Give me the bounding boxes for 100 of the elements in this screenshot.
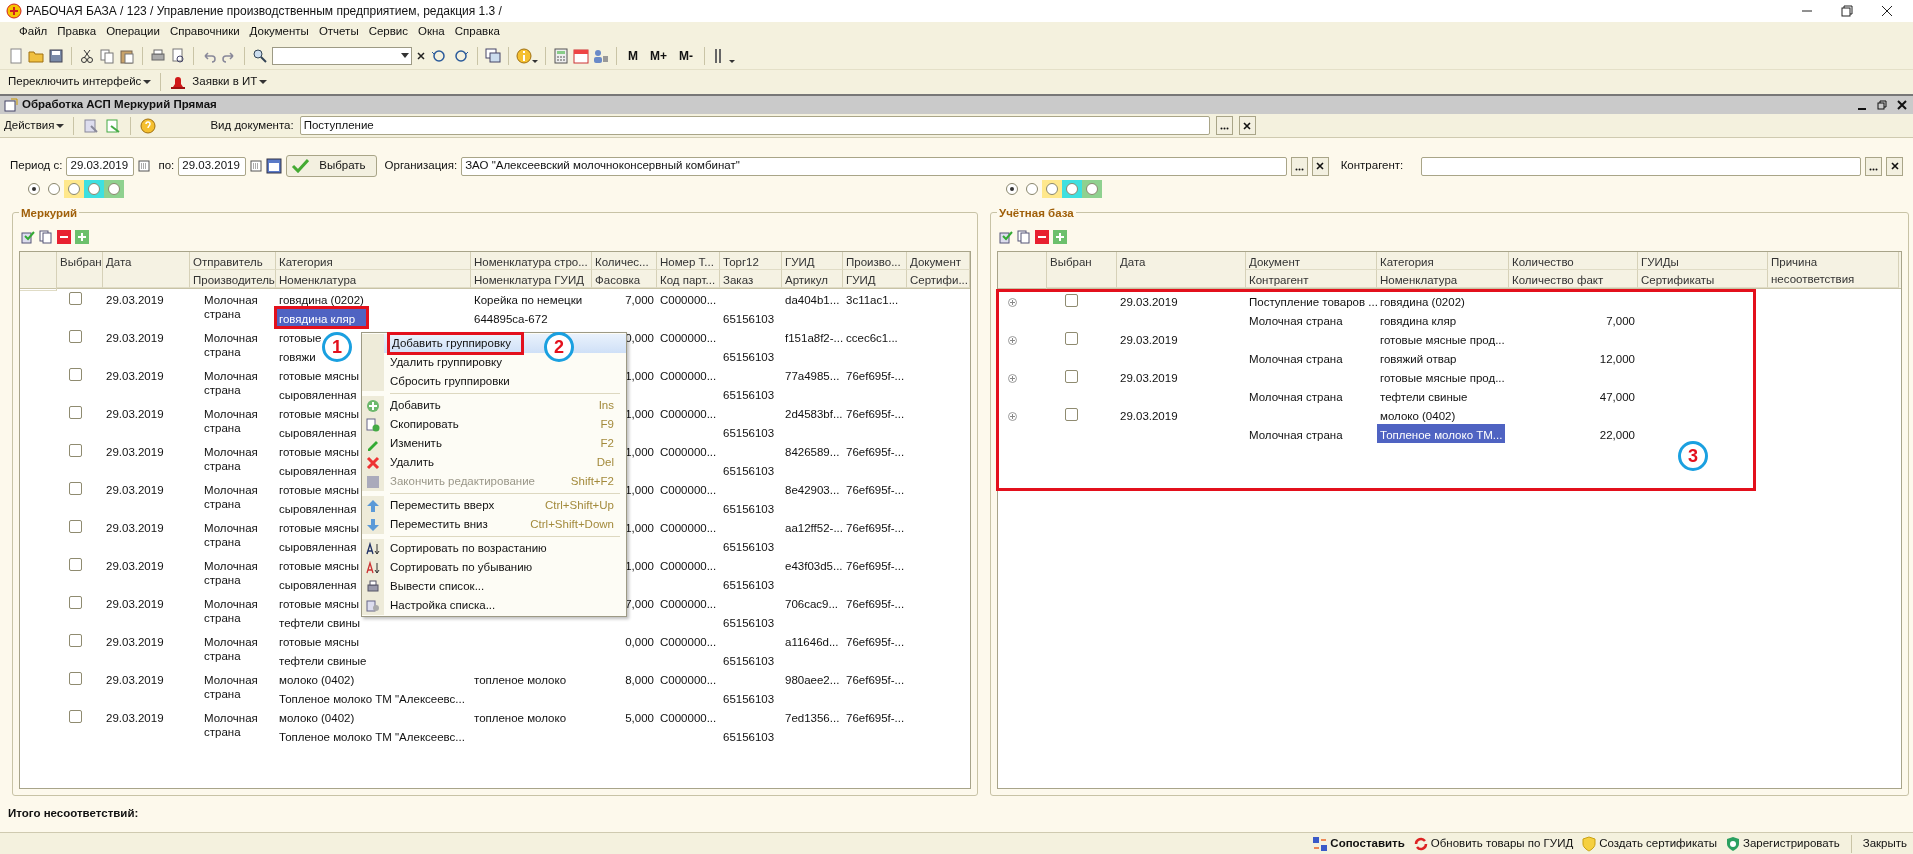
checkbox[interactable] [69, 634, 82, 647]
calculator-icon[interactable] [553, 47, 569, 64]
select-button[interactable] [1215, 116, 1233, 135]
table-cell[interactable]: сыровяленная [276, 498, 360, 517]
menu-item[interactable]: Операции [101, 23, 165, 41]
tools-icon[interactable] [712, 47, 736, 64]
checkbox[interactable] [69, 292, 82, 305]
checkbox[interactable] [1065, 370, 1078, 383]
menu-item[interactable]: Сортировать по возрастанию [362, 539, 626, 558]
checkbox[interactable] [69, 596, 82, 609]
compare-button[interactable]: Сопоставить [1312, 834, 1405, 853]
add-icon[interactable] [1053, 230, 1067, 244]
paste-icon[interactable] [119, 47, 135, 64]
clear-button[interactable] [1238, 116, 1256, 135]
menu-item[interactable]: Добавить Ins [362, 396, 626, 415]
load-icon[interactable] [83, 117, 100, 134]
menu-item[interactable]: Скопировать F9 [362, 415, 626, 434]
find-next-icon[interactable] [430, 47, 448, 64]
select-period-button[interactable]: Выбрать [286, 155, 377, 177]
menu-item[interactable]: Документы [244, 23, 314, 41]
filter-option[interactable] [104, 180, 124, 198]
close-icon[interactable] [1881, 5, 1893, 17]
column-header[interactable]: Торг12 [720, 252, 782, 270]
column-header[interactable]: Номенклатура стро... [471, 252, 592, 270]
remove-icon[interactable] [57, 230, 71, 244]
menu-item[interactable]: Удалить Del [362, 453, 626, 472]
print-preview-icon[interactable] [170, 47, 186, 64]
expand-icon[interactable] [1008, 374, 1017, 384]
menu-item[interactable]: Сбросить группировки [362, 372, 626, 391]
column-header[interactable]: Заказ [720, 270, 782, 288]
search-icon[interactable] [252, 47, 268, 64]
column-header[interactable]: Категория [1377, 252, 1509, 270]
column-header[interactable]: Отправитель [190, 252, 276, 270]
filter-option[interactable] [1062, 180, 1082, 198]
windows-icon[interactable] [485, 47, 501, 64]
column-header[interactable]: Дата [1117, 252, 1246, 288]
menu-item[interactable]: Вывести список... [362, 577, 626, 596]
radio-button[interactable] [1086, 183, 1098, 195]
table-cell[interactable]: говяжи [276, 346, 319, 365]
checkbox[interactable] [1065, 294, 1078, 307]
menu-item[interactable]: Настройка списка... [362, 596, 626, 615]
cut-icon[interactable] [79, 47, 95, 64]
select-all-icon[interactable] [21, 230, 35, 244]
expand-icon[interactable] [1008, 336, 1017, 346]
menu-item[interactable]: Переместить вверх Ctrl+Shift+Up [362, 496, 626, 515]
column-header[interactable]: Артикул [782, 270, 843, 288]
radio-button[interactable] [1046, 183, 1058, 195]
column-header[interactable]: Номенклатура ГУИД [471, 270, 592, 288]
table-cell[interactable]: сыровяленная [276, 574, 360, 593]
add-icon[interactable] [75, 230, 89, 244]
filter-option[interactable] [1042, 180, 1062, 198]
restore-icon[interactable] [1841, 5, 1853, 17]
organization-field[interactable]: ЗАО "Алексеевский молочноконсервный комбинат" [461, 156, 1287, 176]
filter-option[interactable] [84, 180, 104, 198]
column-header[interactable]: ГУИДы [1638, 252, 1768, 270]
table-cell[interactable]: говяжий отвар [1377, 348, 1460, 367]
expand-icon[interactable] [1008, 298, 1017, 308]
radio-button[interactable] [48, 183, 60, 195]
period-settings-icon[interactable] [266, 158, 283, 174]
column-header[interactable]: Сертифи... [907, 270, 970, 288]
menu-item[interactable]: Файл [14, 23, 53, 41]
checkbox[interactable] [69, 520, 82, 533]
table-cell[interactable]: Топленое молоко ТМ "Алексеевс... [276, 726, 468, 745]
interface-switch-button[interactable]: Переключить интерфейс [8, 73, 152, 91]
radio-button[interactable] [28, 183, 40, 195]
radio-button[interactable] [1026, 183, 1038, 195]
menu-item[interactable]: Справка [449, 23, 505, 41]
search-field[interactable] [272, 46, 412, 65]
column-header[interactable]: ГУИД [782, 252, 843, 270]
column-header[interactable]: Документ [907, 252, 970, 270]
checkbox[interactable] [69, 406, 82, 419]
menu-item[interactable]: Сервис [363, 23, 414, 41]
table-cell[interactable]: тефтели свиные [1377, 386, 1471, 405]
menu-item[interactable]: Отчеты [313, 23, 364, 41]
menu-item[interactable]: Окна [413, 23, 450, 41]
expand-icon[interactable] [1008, 412, 1017, 422]
table-cell[interactable]: сыровяленная [276, 536, 360, 555]
remove-icon[interactable] [1035, 230, 1049, 244]
checkbox[interactable] [69, 672, 82, 685]
checkbox[interactable] [69, 330, 82, 343]
table-cell[interactable]: сыровяленная [276, 460, 360, 479]
restore-icon[interactable] [1877, 100, 1887, 110]
table-cell[interactable]: тефтели свины [276, 612, 364, 631]
memory-button[interactable]: M+ [646, 46, 671, 65]
column-header[interactable]: Количес... [592, 252, 657, 270]
copy-icon[interactable] [1017, 230, 1031, 244]
new-document-icon[interactable] [8, 47, 24, 64]
table-cell[interactable]: говядина кляр [1377, 310, 1460, 329]
column-header[interactable]: Произво... [843, 252, 907, 270]
calendar-icon[interactable] [138, 160, 151, 172]
column-header[interactable]: Выбран [57, 252, 103, 288]
radio-button[interactable] [108, 183, 120, 195]
calendar-icon[interactable] [250, 160, 263, 172]
copy-icon[interactable] [39, 230, 53, 244]
table-cell[interactable]: Топленое молоко ТМ "Алексеевс... [276, 688, 468, 707]
export-icon[interactable] [105, 117, 122, 134]
column-header[interactable]: Номер Т... [657, 252, 720, 270]
column-header[interactable]: Количество факт [1509, 270, 1638, 288]
column-header[interactable]: Причина несоответствия [1768, 252, 1899, 288]
column-header[interactable]: Выбран [1047, 252, 1117, 288]
